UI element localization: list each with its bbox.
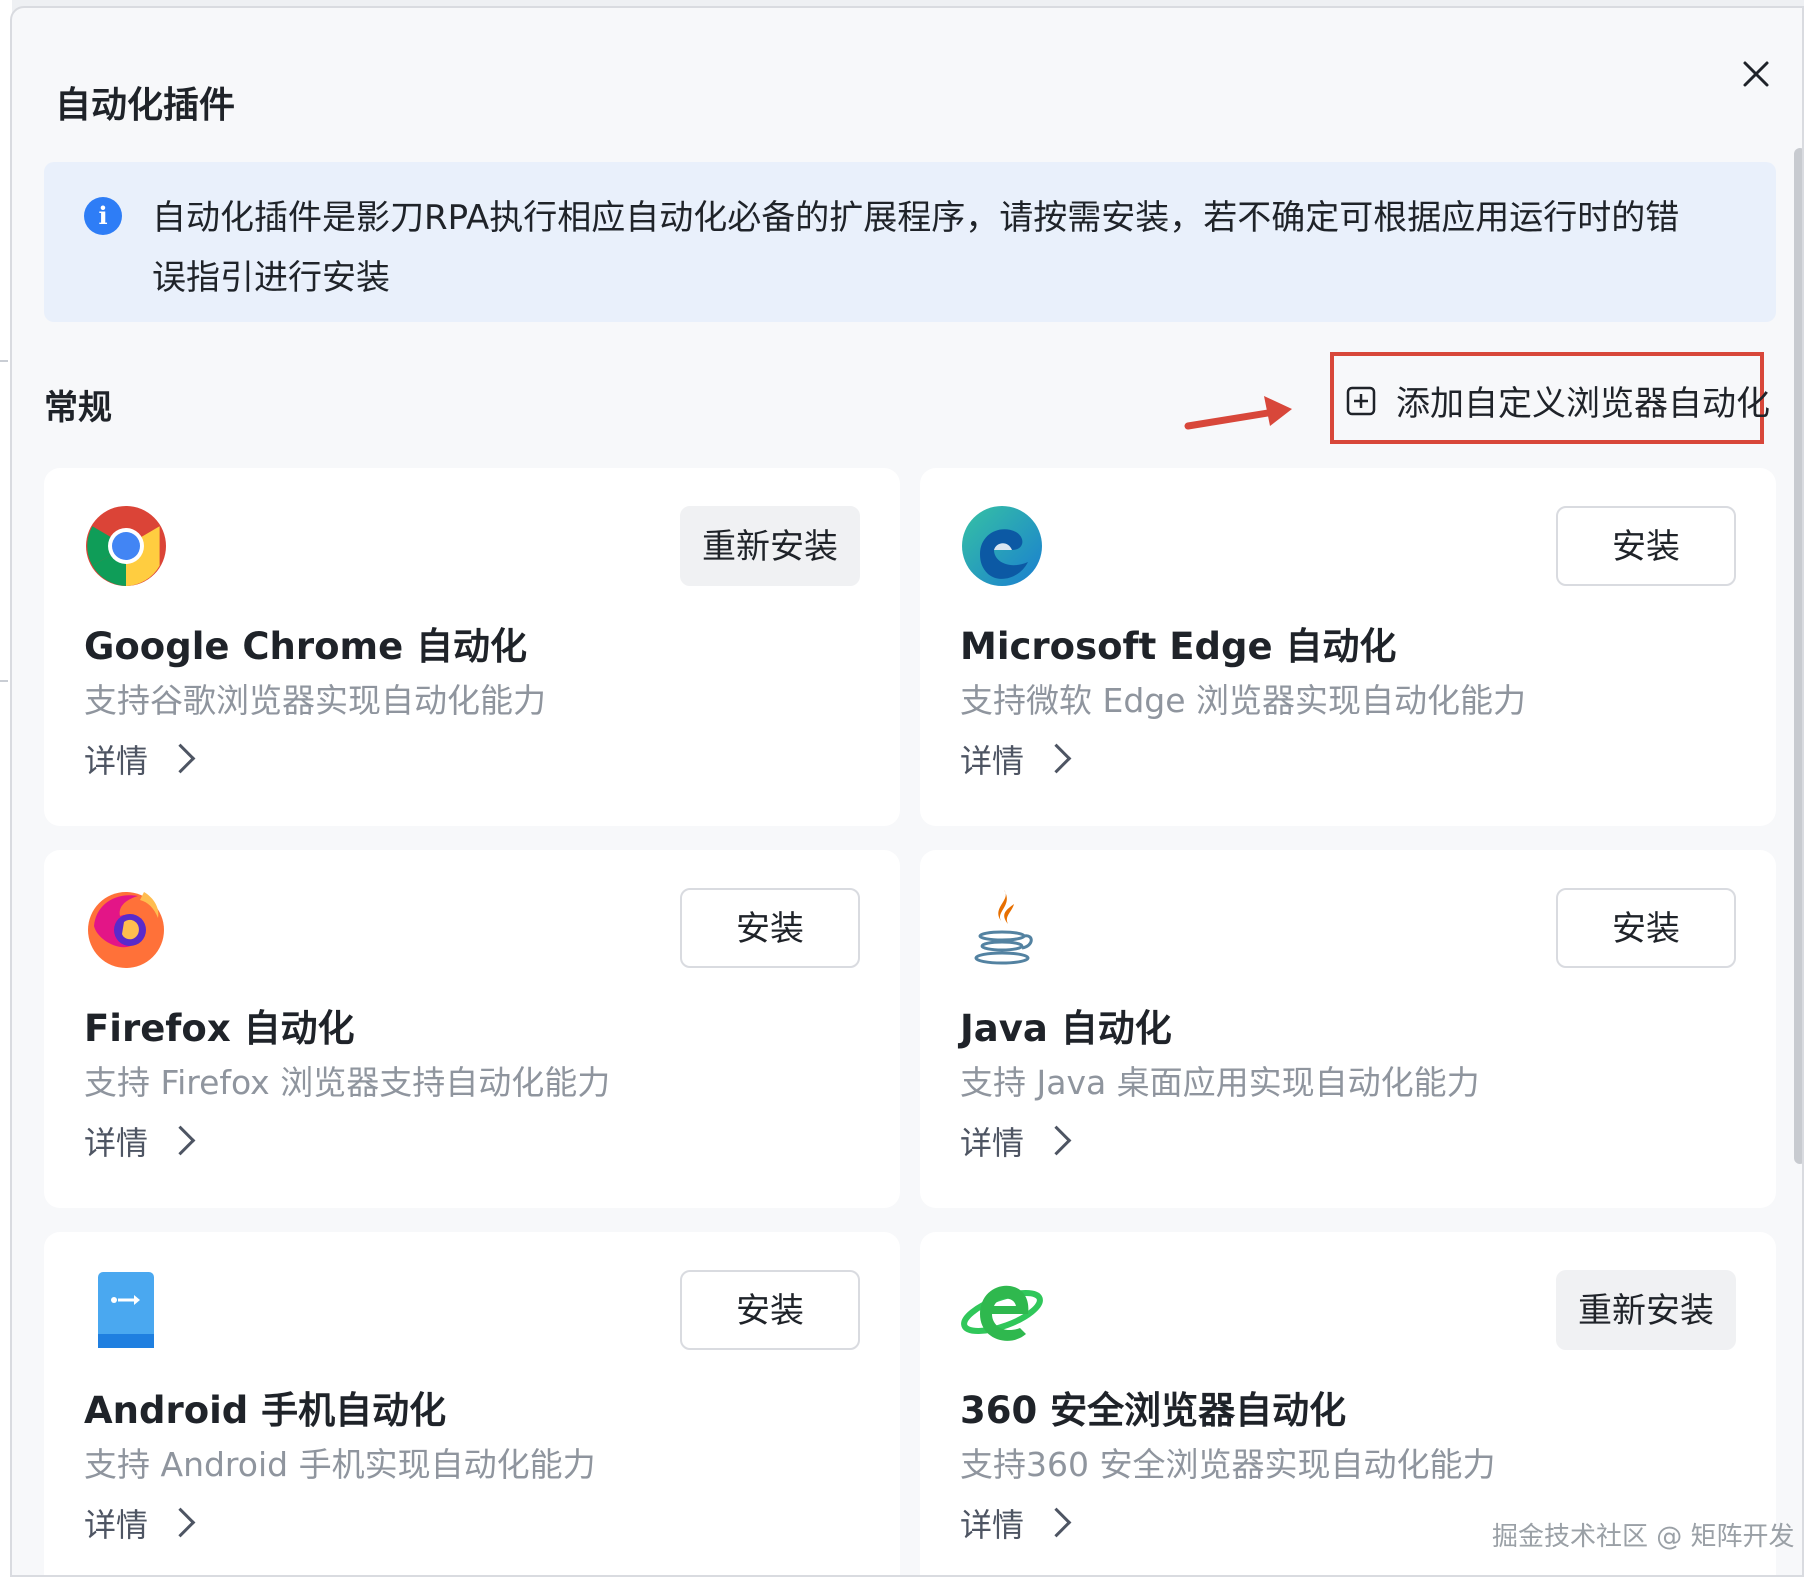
notice-text: 自动化插件是影刀RPA执行相应自动化必备的扩展程序，请按需安装，若不确定可根据应… xyxy=(152,198,1680,298)
details-label: 详情 xyxy=(84,1124,149,1162)
install-button[interactable]: 安装 xyxy=(680,888,860,968)
firefox-icon xyxy=(88,892,164,968)
install-button[interactable]: 安装 xyxy=(680,1270,860,1350)
reinstall-button[interactable]: 重新安装 xyxy=(680,506,860,586)
reinstall-button[interactable]: 重新安装 xyxy=(1556,1270,1736,1350)
chrome-icon xyxy=(86,506,166,586)
watermark: 掘金技术社区 @ 矩阵开发 xyxy=(1492,1522,1795,1552)
plugin-card-android: 安装 Android 手机自动化 支持 Android 手机实现自动化能力 详情 xyxy=(44,1232,900,1575)
close-icon xyxy=(1743,61,1769,87)
plugin-description: 支持谷歌浏览器实现自动化能力 xyxy=(84,681,546,720)
add-custom-browser-label: 添加自定义浏览器自动化 xyxy=(1396,384,1770,424)
plugin-name: 360 安全浏览器自动化 xyxy=(960,1389,1347,1432)
edge-icon xyxy=(962,506,1042,586)
dialog-title: 自动化插件 xyxy=(55,85,236,126)
java-icon xyxy=(974,890,1033,965)
details-label: 详情 xyxy=(84,1506,149,1544)
details-link[interactable]: 详情 xyxy=(960,736,1072,782)
plugin-name: Google Chrome 自动化 xyxy=(84,625,528,668)
details-link[interactable]: 详情 xyxy=(84,1118,196,1164)
plugin-card-java: 安装 Java 自动化 支持 Java 桌面应用实现自动化能力 详情 xyxy=(920,850,1776,1208)
plugin-card-edge: 安装 Microsoft Edge 自动化 支持微软 Edge 浏览器实现自动化… xyxy=(920,468,1776,826)
details-label: 详情 xyxy=(84,742,149,780)
add-custom-browser-button[interactable]: 添加自定义浏览器自动化 xyxy=(1330,352,1770,444)
details-label: 详情 xyxy=(960,1124,1025,1162)
arrow-annotation-icon xyxy=(1184,396,1292,430)
plugin-description: 支持 Java 桌面应用实现自动化能力 xyxy=(960,1063,1480,1102)
plugin-description: 支持 Firefox 浏览器支持自动化能力 xyxy=(84,1063,611,1102)
android-phone-icon xyxy=(98,1272,154,1348)
background-divider xyxy=(0,680,8,682)
chevron-right-icon xyxy=(165,1507,196,1538)
automation-plugins-dialog: 自动化插件 i 自动化插件是影刀RPA执行相应自动化必备的扩展程序，请按需安装，… xyxy=(10,6,1804,1577)
chevron-right-icon xyxy=(1041,743,1072,774)
details-link[interactable]: 详情 xyxy=(960,1500,1072,1546)
plugin-card-chrome: 重新安装 Google Chrome 自动化 支持谷歌浏览器实现自动化能力 详情 xyxy=(44,468,900,826)
details-label: 详情 xyxy=(960,742,1025,780)
plugin-name: Android 手机自动化 xyxy=(84,1389,447,1432)
chevron-right-icon xyxy=(1041,1125,1072,1156)
vertical-scrollbar[interactable] xyxy=(1794,148,1802,1164)
plugin-name: Microsoft Edge 自动化 xyxy=(960,625,1397,668)
details-link[interactable]: 详情 xyxy=(84,1500,196,1546)
chevron-right-icon xyxy=(165,1125,196,1156)
close-button[interactable] xyxy=(1730,48,1782,100)
plugin-name: Java 自动化 xyxy=(960,1007,1172,1050)
plugin-description: 支持 Android 手机实现自动化能力 xyxy=(84,1445,596,1484)
background-divider xyxy=(0,360,8,362)
plus-square-icon xyxy=(1346,386,1376,416)
details-link[interactable]: 详情 xyxy=(960,1118,1072,1164)
plugin-name: Firefox 自动化 xyxy=(84,1007,355,1050)
info-icon: i xyxy=(84,197,122,235)
plugin-description: 支持微软 Edge 浏览器实现自动化能力 xyxy=(960,681,1527,720)
install-button[interactable]: 安装 xyxy=(1556,888,1736,968)
chevron-right-icon xyxy=(1041,1507,1072,1538)
plugin-card-firefox: 安装 Firefox 自动化 支持 Firefox 浏览器支持自动化能力 详情 xyxy=(44,850,900,1208)
360-browser-icon xyxy=(961,1285,1043,1341)
details-label: 详情 xyxy=(960,1506,1025,1544)
chevron-right-icon xyxy=(165,743,196,774)
plugin-description: 支持360 安全浏览器实现自动化能力 xyxy=(960,1445,1496,1484)
details-link[interactable]: 详情 xyxy=(84,736,196,782)
section-title: 常规 xyxy=(44,388,112,428)
info-notice: i 自动化插件是影刀RPA执行相应自动化必备的扩展程序，请按需安装，若不确定可根… xyxy=(44,162,1776,322)
install-button[interactable]: 安装 xyxy=(1556,506,1736,586)
